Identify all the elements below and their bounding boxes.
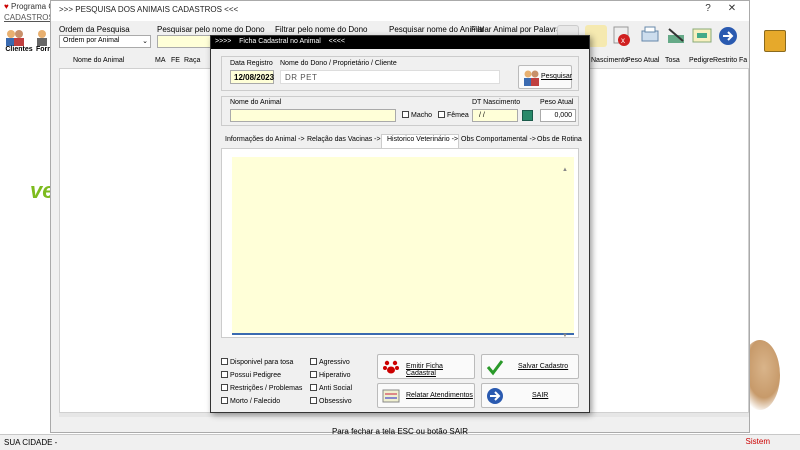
certificate-icon[interactable] — [691, 25, 713, 47]
filtrar-animal-label: Filtrar Animal por Palavra — [471, 25, 561, 34]
close-button[interactable]: ✕ — [723, 3, 741, 17]
peso-label: Peso Atual — [540, 99, 574, 106]
data-registro-field[interactable]: 12/08/2023 — [230, 70, 274, 84]
femea-checkbox[interactable]: Fêmea — [438, 111, 469, 119]
morto-checkbox[interactable]: Morto / Falecido — [221, 397, 280, 405]
historico-memo[interactable]: ▲ ▼ — [232, 157, 574, 339]
pesq-nome-label: Pesquisar nome do Animal — [389, 25, 485, 34]
calendar-icon[interactable] — [522, 110, 533, 121]
sair-button[interactable]: SAIR — [481, 383, 579, 408]
grid-scrollbar[interactable] — [59, 413, 749, 417]
svg-text:x: x — [621, 36, 625, 45]
ficha-cadastral-dialog: >>>> Ficha Cadastral no Animal <<<< Data… — [210, 35, 590, 413]
anti-social-checkbox[interactable]: Anti Social — [310, 384, 352, 392]
col-raca[interactable]: Raça — [184, 57, 200, 64]
dt-nascimento-input[interactable]: / / — [472, 109, 518, 122]
fornecedores-button[interactable]: Forn — [34, 28, 52, 54]
next-icon[interactable] — [717, 25, 739, 47]
paw-icon — [383, 360, 399, 374]
agressivo-checkbox[interactable]: Agressivo — [310, 358, 350, 366]
ordem-select[interactable]: Ordem por Animal ⌄ — [59, 35, 151, 48]
tab-historico[interactable]: Historico Veterinário -> — [387, 136, 458, 143]
col-ma[interactable]: MA — [155, 57, 166, 64]
exit-app-button[interactable] — [764, 30, 786, 52]
animal-group: Nome do Animal Macho Fêmea DT Nascimento… — [221, 96, 579, 126]
menu-cadastros[interactable]: CADASTROS — [4, 13, 54, 22]
salvar-cadastro-button[interactable]: Salvar Cadastro — [481, 354, 579, 379]
restricoes-checkbox[interactable]: Restrições / Problemas — [221, 384, 302, 392]
col-fe[interactable]: FE — [171, 57, 180, 64]
emitir-ficha-button[interactable]: Emitir Ficha Cadastral — [377, 354, 475, 379]
nome-animal-input[interactable] — [230, 109, 396, 122]
col-nascimento[interactable]: Nascimento — [591, 57, 628, 64]
people-icon — [524, 70, 539, 86]
paw-icon: ♥ — [4, 2, 9, 11]
hiperativo-checkbox[interactable]: Hiperativo — [310, 371, 351, 379]
pesq-dono-input[interactable] — [157, 35, 213, 48]
dt-nascimento-label: DT Nascimento — [472, 99, 521, 106]
tools-icon[interactable] — [665, 25, 687, 47]
tab-comportamental[interactable]: Obs Comportamental -> — [461, 136, 536, 143]
filtrar-dono-label: Filtrar pelo nome do Dono — [275, 25, 368, 34]
options-group: Disponivel para tosa Possui Pedigree Res… — [221, 351, 579, 409]
clientes-button[interactable]: Clientes — [4, 28, 33, 54]
search-window-title: >>> PESQUISA DOS ANIMAIS CADASTROS <<< — [51, 1, 749, 21]
dono-label: Nome do Dono / Proprietário / Cliente — [280, 60, 397, 67]
pesquisar-button[interactable]: Pesquisar — [518, 65, 572, 89]
clientes-icon — [6, 30, 24, 46]
status-bar: SUA CIDADE - — [0, 434, 800, 450]
disponivel-tosa-checkbox[interactable]: Disponivel para tosa — [221, 358, 293, 366]
pesq-dono-label: Pesquisar pelo nome do Dono — [157, 25, 265, 34]
col-peso-atual[interactable]: Peso Atual — [626, 57, 659, 64]
col-restrito[interactable]: Restrito — [713, 57, 737, 64]
peso-input[interactable]: 0,000 — [540, 109, 576, 122]
print-icon[interactable] — [639, 25, 661, 47]
memo-scrollbar[interactable]: ▲ ▼ — [562, 167, 570, 339]
dialog-title: >>>> Ficha Cadastral no Animal <<<< — [211, 36, 589, 49]
tabs: Informações do Animal -> Relação das Vac… — [225, 136, 585, 148]
chevron-down-icon: ⌄ — [142, 38, 148, 45]
col-pedigre[interactable]: Pedigre — [689, 57, 713, 64]
scroll-up-icon[interactable]: ▲ — [562, 167, 568, 173]
owner-group: Data Registro 12/08/2023 Nome do Dono / … — [221, 56, 579, 91]
status-system: Sistem — [745, 437, 770, 446]
scroll-down-icon[interactable]: ▼ — [562, 333, 568, 339]
obsessivo-checkbox[interactable]: Obsessivo — [310, 397, 352, 405]
tab-rotina[interactable]: Obs de Rotina — [537, 136, 582, 143]
data-registro-label: Data Registro — [230, 60, 273, 67]
col-nome-animal[interactable]: Nome do Animal — [73, 57, 124, 64]
tab-panel: ▲ ▼ — [221, 148, 579, 339]
tab-informacoes[interactable]: Informações do Animal -> — [225, 136, 305, 143]
ordem-label: Ordem da Pesquisa — [59, 25, 130, 34]
arrow-right-icon — [487, 388, 503, 404]
fornecedores-icon — [37, 30, 47, 46]
possui-pedigree-checkbox[interactable]: Possui Pedigree — [221, 371, 281, 379]
footer-hint: Para fechar a tela ESC ou botão SAIR — [331, 427, 469, 436]
dono-field[interactable]: DR PET — [280, 70, 500, 84]
checkmark-icon — [486, 360, 504, 376]
relatar-atendimentos-button[interactable]: Relatar Atendimentos — [377, 383, 475, 408]
col-tosa[interactable]: Tosa — [665, 57, 680, 64]
report-icon — [382, 389, 400, 403]
col-fa[interactable]: Fa — [739, 57, 747, 64]
help-button[interactable]: ? — [699, 3, 717, 17]
tab-vacinas[interactable]: Relação das Vacinas -> — [307, 136, 381, 143]
nome-animal-label: Nome do Animal — [230, 99, 282, 106]
delete-icon[interactable]: x — [611, 25, 633, 47]
macho-checkbox[interactable]: Macho — [402, 111, 432, 119]
